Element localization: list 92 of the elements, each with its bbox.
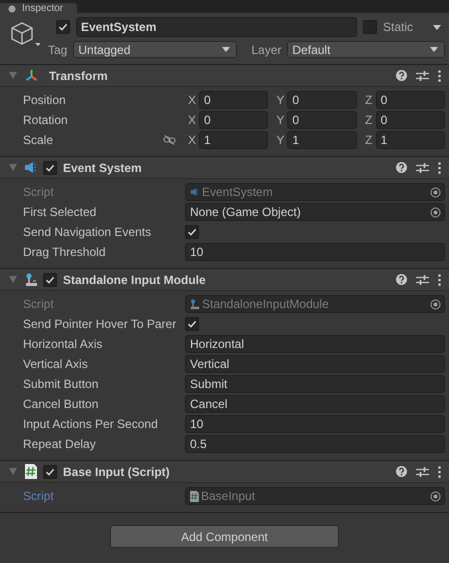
axis-label: Z — [364, 133, 374, 147]
component-title: Base Input (Script) — [63, 464, 171, 478]
target-icon[interactable] — [430, 490, 441, 502]
field-label: Cancel Button — [23, 397, 100, 411]
text-field[interactable]: 0.5 — [185, 435, 445, 453]
object-field[interactable]: None (Game Object) — [185, 203, 445, 221]
number-field[interactable]: 1 — [199, 131, 268, 149]
menu-icon[interactable] — [438, 162, 441, 174]
field-label: Horizontal Axis — [23, 337, 104, 351]
axis-label: Z — [364, 113, 374, 127]
text-field[interactable]: Submit — [185, 375, 445, 393]
settings-icon[interactable] — [416, 274, 429, 286]
tag-label: Tag — [48, 42, 68, 56]
enable-checkbox[interactable] — [43, 464, 57, 478]
script-icon — [190, 490, 199, 502]
field-label: Rotation — [23, 113, 69, 127]
caret-icon — [222, 47, 230, 52]
info-icon — [8, 5, 16, 13]
settings-icon[interactable] — [416, 70, 429, 82]
text-field[interactable]: 10 — [185, 415, 445, 433]
text-field[interactable]: Vertical — [185, 355, 445, 373]
checkbox[interactable] — [185, 224, 199, 238]
caret-icon[interactable] — [433, 24, 441, 30]
script-field: EventSystem — [185, 183, 445, 201]
joystick-icon — [24, 272, 38, 286]
number-field[interactable]: 0 — [287, 111, 357, 129]
checkbox[interactable] — [185, 316, 199, 330]
layer-label: Layer — [251, 42, 282, 56]
field-label: Drag Threshold — [23, 245, 106, 259]
axis-label: X — [186, 113, 197, 127]
text-field[interactable]: Horizontal — [185, 335, 445, 353]
number-field[interactable]: 1 — [376, 131, 445, 149]
enable-checkbox[interactable] — [43, 160, 57, 174]
axis-label: X — [186, 133, 197, 147]
script-field: BaseInput — [185, 487, 445, 505]
axis-label: Y — [275, 113, 286, 127]
static-checkbox[interactable] — [362, 20, 377, 34]
axes-icon — [24, 69, 38, 82]
enable-checkbox[interactable] — [43, 272, 57, 286]
target-icon[interactable] — [430, 298, 441, 310]
settings-icon[interactable] — [416, 162, 429, 174]
field-label: Send Pointer Hover To Parer — [23, 317, 178, 331]
settings-icon[interactable] — [416, 466, 429, 478]
axis-label: X — [186, 93, 197, 107]
tag-dropdown[interactable]: Untagged — [73, 41, 238, 58]
component-title: Standalone Input Module — [63, 272, 207, 286]
field-label: Script — [23, 297, 55, 311]
static-label: Static — [382, 20, 413, 34]
name-field[interactable]: EventSystem — [76, 17, 357, 37]
layer-dropdown[interactable]: Default — [287, 41, 445, 58]
field-label: Script — [23, 185, 55, 199]
axis-label: Y — [275, 133, 286, 147]
field-label: Send Navigation Events — [23, 225, 152, 239]
field-label: Submit Button — [23, 377, 100, 391]
megaphone-icon — [190, 187, 200, 197]
target-icon[interactable] — [430, 186, 441, 198]
number-field[interactable]: 1 — [287, 131, 357, 149]
script-icon — [25, 464, 37, 479]
help-icon[interactable] — [396, 274, 407, 285]
help-icon[interactable] — [396, 162, 407, 173]
field-label: Input Actions Per Second — [23, 417, 159, 431]
unlinked-icon[interactable] — [163, 135, 176, 145]
active-checkbox[interactable] — [56, 20, 70, 34]
text-field[interactable]: Cancel — [185, 395, 445, 413]
field-label: Vertical Axis — [23, 357, 89, 371]
number-field[interactable]: 0 — [376, 111, 445, 129]
inspector-tab[interactable]: Inspector — [0, 3, 78, 13]
target-icon[interactable] — [430, 206, 441, 218]
axis-label: Z — [364, 93, 374, 107]
help-icon[interactable] — [396, 466, 407, 477]
help-icon[interactable] — [396, 70, 407, 81]
field-label: Script — [23, 489, 55, 503]
menu-icon[interactable] — [438, 274, 441, 286]
megaphone-icon — [24, 161, 38, 174]
field-label: Repeat Delay — [23, 437, 97, 451]
text-field[interactable]: 10 — [185, 243, 445, 261]
field-label: First Selected — [23, 205, 98, 219]
number-field[interactable]: 0 — [199, 111, 268, 129]
component-title: Event System — [63, 160, 143, 174]
menu-icon[interactable] — [438, 70, 441, 82]
joystick-icon — [190, 298, 200, 310]
field-label: Scale — [23, 133, 54, 147]
caret-icon — [430, 47, 438, 52]
number-field[interactable]: 0 — [199, 91, 268, 109]
script-field: StandaloneInputModule — [185, 295, 445, 313]
component-title: Transform — [49, 68, 109, 82]
number-field[interactable]: 0 — [376, 91, 445, 109]
field-label: Position — [23, 93, 67, 107]
menu-icon[interactable] — [438, 466, 441, 478]
add-component-button[interactable]: Add Component — [110, 525, 339, 548]
axis-label: Y — [275, 93, 286, 107]
number-field[interactable]: 0 — [287, 91, 357, 109]
